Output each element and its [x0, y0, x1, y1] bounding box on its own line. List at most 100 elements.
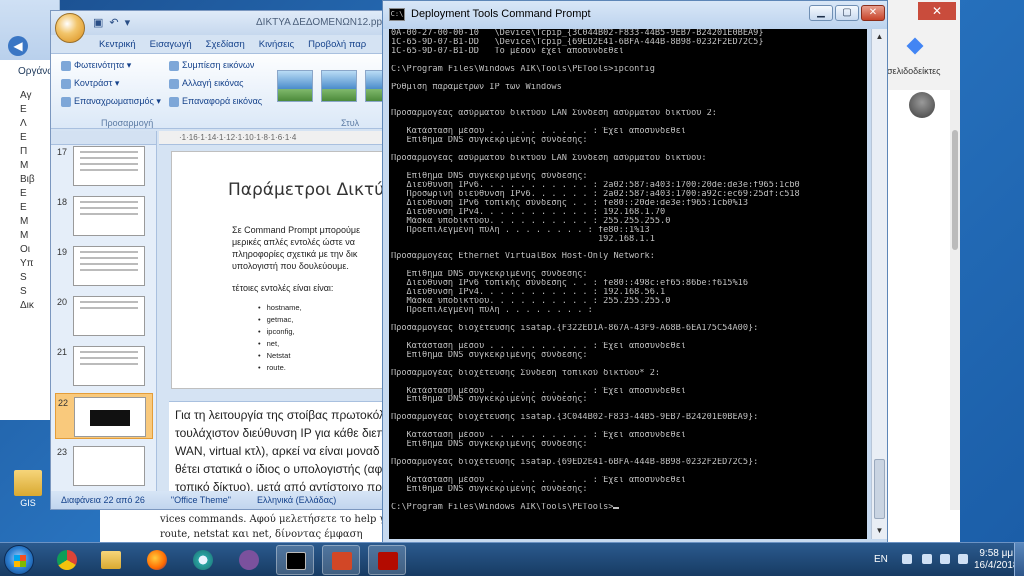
- cmd-titlebar[interactable]: C:\ Deployment Tools Command Prompt ▁ ▢ …: [383, 1, 887, 29]
- console-line: Επίθημα DNS συγκεκριμένης σύνδεσης:: [391, 270, 588, 280]
- console-line: 0A-00-27-00-00-10 \Device\Tcpip_{3C044B0…: [391, 29, 764, 38]
- contrast-button[interactable]: Κοντράστ ▾: [61, 78, 119, 89]
- scroll-up-icon[interactable]: ▲: [872, 29, 887, 45]
- brightness-button[interactable]: Φωτεινότητα ▾: [61, 60, 131, 71]
- thumbnail-20[interactable]: 20: [55, 293, 153, 339]
- minimize-button[interactable]: ▁: [809, 5, 833, 21]
- picture-style-2[interactable]: [321, 70, 357, 102]
- explorer-nav-item[interactable]: M: [20, 216, 35, 230]
- extension-icon[interactable]: [906, 37, 924, 55]
- explorer-nav-item[interactable]: S: [20, 272, 35, 286]
- explorer-nav-item[interactable]: E: [20, 188, 35, 202]
- slide-thumbnails: 17 18 19 20 21 22 23: [51, 131, 157, 491]
- change-picture-button[interactable]: Αλλαγή εικόνας: [169, 78, 244, 89]
- reset-picture-button[interactable]: Επαναφορά εικόνας: [169, 96, 262, 107]
- scrollbar-thumb[interactable]: [952, 130, 958, 250]
- scroll-down-icon[interactable]: ▼: [872, 523, 887, 539]
- explorer-nav-item[interactable]: Δικ: [20, 300, 35, 314]
- cmd-scrollbar[interactable]: ▲ ▼: [871, 29, 887, 539]
- taskbar-viber[interactable]: [230, 545, 268, 575]
- network-icon[interactable]: [922, 554, 932, 564]
- explorer-nav-item[interactable]: Λ: [20, 118, 35, 132]
- ppt-titlebar: ▣↶▾ ΔΙΚΤΥΑ ΔΕΔΟΜΕΝΩΝ12.pptx: [51, 11, 390, 43]
- console-line: Διεύθυνση IPv6 τοπικής σύνδεσης . . : fe…: [391, 279, 748, 289]
- thumbnail-19[interactable]: 19: [55, 243, 153, 289]
- thumbnail-21[interactable]: 21: [55, 343, 153, 389]
- explorer-nav-item[interactable]: S: [20, 286, 35, 300]
- powerpoint-window: ▣↶▾ ΔΙΚΤΥΑ ΔΕΔΟΜΕΝΩΝ12.pptx Κεντρική Εισ…: [50, 10, 401, 510]
- explorer-nav-item[interactable]: E: [20, 104, 35, 118]
- show-desktop-button[interactable]: [1014, 543, 1024, 576]
- tray-arrow-icon[interactable]: [902, 554, 912, 564]
- folder-icon: [14, 470, 42, 496]
- close-button[interactable]: ✕: [918, 2, 956, 20]
- office-button[interactable]: [55, 13, 85, 43]
- tab-home[interactable]: Κεντρική: [99, 39, 136, 50]
- back-arrow-icon[interactable]: ◀: [8, 36, 28, 56]
- volume-icon[interactable]: [958, 554, 968, 564]
- tab-insert[interactable]: Εισαγωγή: [150, 39, 192, 50]
- quick-access-toolbar[interactable]: ▣↶▾: [93, 16, 136, 29]
- start-button[interactable]: [4, 545, 34, 575]
- thumbnail-22-selected[interactable]: 22: [55, 393, 153, 439]
- console-line: 192.168.1.1: [391, 234, 655, 244]
- explorer-nav-item[interactable]: Υπ: [20, 258, 35, 272]
- compress-pictures-button[interactable]: Συμπίεση εικόνων: [169, 60, 254, 71]
- explorer-nav-item[interactable]: Π: [20, 146, 35, 160]
- clock[interactable]: 9:58 μμ 16/4/2018: [974, 548, 1019, 572]
- picture-style-1[interactable]: [277, 70, 313, 102]
- thumbnail-23[interactable]: 23: [55, 443, 153, 489]
- taskbar-firefox[interactable]: [138, 545, 176, 575]
- close-button[interactable]: ✕: [861, 5, 885, 21]
- scrollbar-thumb[interactable]: [874, 459, 885, 519]
- console-line: Μάσκα υποδικτύου. . . . . . . . . . : 25…: [391, 297, 671, 307]
- console-line: Προσαρμογέας διοχέτευσης isatap.{F322ED1…: [391, 323, 759, 333]
- battery-icon[interactable]: [940, 554, 950, 564]
- taskbar-cmd[interactable]: [276, 545, 314, 575]
- explorer-nav-item[interactable]: M: [20, 230, 35, 244]
- explorer-icon: [101, 551, 121, 569]
- slide-command: hostname,: [258, 302, 302, 314]
- console-line: Διεύθυνση IPv6. . . . . . . . . . . : 2a…: [391, 180, 800, 190]
- thumbnail-18[interactable]: 18: [55, 193, 153, 239]
- ppt-statusbar: Διαφάνεια 22 από 26 "Office Theme" Ελλην…: [51, 491, 389, 509]
- notes-pane[interactable]: Για τη λειτουργία της στοίβας πρωτοκόλ τ…: [169, 401, 399, 491]
- explorer-nav-item[interactable]: E: [20, 132, 35, 146]
- chrome-scrollbar[interactable]: [950, 90, 960, 510]
- taskbar-explorer[interactable]: [92, 545, 130, 575]
- recolor-button[interactable]: Επαναχρωματισμός ▾: [61, 96, 161, 107]
- explorer-nav-item[interactable]: Βιβ: [20, 174, 35, 188]
- bookmarks-label[interactable]: σελιδοδείκτες: [887, 66, 941, 76]
- maximize-button[interactable]: ▢: [835, 5, 859, 21]
- thumbnail-17[interactable]: 17: [55, 143, 153, 189]
- tab-slideshow[interactable]: Προβολή παρ: [308, 39, 366, 50]
- desktop-icon-gis[interactable]: GIS: [8, 470, 48, 508]
- explorer-nav-item[interactable]: Οι: [20, 244, 35, 258]
- profile-avatar[interactable]: [909, 92, 935, 118]
- explorer-nav-item[interactable]: Αγ: [20, 90, 35, 104]
- console-line: Επίθημα DNS συγκεκριμένης σύνδεσης:: [391, 440, 588, 450]
- taskbar-pdf[interactable]: [368, 545, 406, 575]
- console-line: Κατάσταση μέσου . . . . . . . . . . : Έχ…: [391, 341, 686, 351]
- tab-design[interactable]: Σχεδίαση: [206, 39, 245, 50]
- ribbon-tabs: Κεντρική Εισαγωγή Σχεδίαση Κινήσεις Προβ…: [51, 35, 389, 53]
- language-status[interactable]: Ελληνικά (Ελλάδας): [257, 495, 336, 505]
- console-output[interactable]: 0A-00-27-00-00-10 \Device\Tcpip_{3C044B0…: [389, 29, 867, 539]
- console-line: Ρύθμιση παραμέτρων IP των Windows: [391, 82, 562, 92]
- tab-animations[interactable]: Κινήσεις: [259, 39, 294, 50]
- slide-canvas[interactable]: Παράμετροι Δικτύω Σε Command Prompt μπορ…: [171, 151, 401, 389]
- background-document-text: vices commands. Αφού μελετήσετε το help …: [100, 510, 390, 542]
- console-line: Επίθημα DNS συγκεκριμένης σύνδεσης:: [391, 395, 588, 405]
- slide-bullet-2: τέτοιες εντολές είναι είναι:: [232, 283, 334, 293]
- slide-command: ipconfig,: [258, 326, 302, 338]
- slide-command: net,: [258, 338, 302, 350]
- explorer-nav-item[interactable]: E: [20, 202, 35, 216]
- language-indicator[interactable]: EN: [874, 554, 888, 565]
- taskbar-search[interactable]: [184, 545, 222, 575]
- ppt-document-title: ΔΙΚΤΥΑ ΔΕΔΟΜΕΝΩΝ12.pptx: [256, 17, 390, 28]
- taskbar-chrome[interactable]: [48, 545, 86, 575]
- explorer-nav-item[interactable]: M: [20, 160, 35, 174]
- taskbar-powerpoint[interactable]: [322, 545, 360, 575]
